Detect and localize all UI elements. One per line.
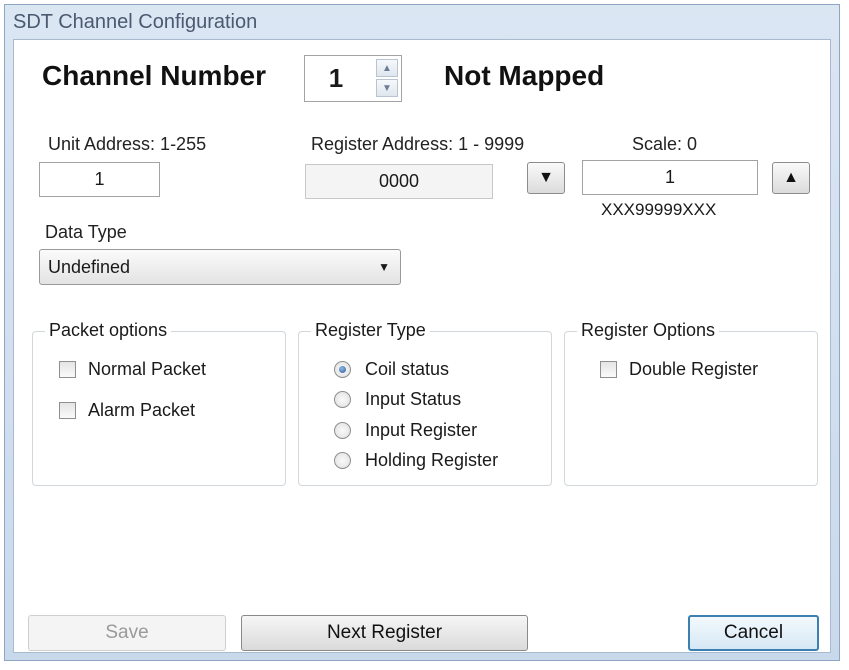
double-register-label: Double Register — [629, 359, 759, 379]
checkbox-icon[interactable] — [59, 402, 76, 419]
dialog-window: SDT Channel Configuration Channel Number… — [4, 4, 840, 661]
holding-register-radio[interactable]: Holding Register — [334, 450, 498, 471]
checkbox-icon[interactable] — [600, 361, 617, 378]
scale-decrease-button[interactable]: ▼ — [527, 162, 565, 194]
save-button[interactable]: Save — [28, 615, 226, 651]
alarm-packet-checkbox[interactable]: Alarm Packet — [59, 400, 195, 421]
unit-address-input[interactable]: 1 — [39, 162, 160, 197]
register-type-title: Register Type — [311, 320, 430, 341]
scale-label: Scale: 0 — [632, 134, 698, 154]
radio-icon[interactable] — [334, 391, 351, 408]
packet-options-title: Packet options — [45, 320, 172, 341]
alarm-packet-label: Alarm Packet — [88, 400, 196, 420]
checkbox-icon[interactable] — [59, 361, 76, 378]
scale-format-text: XXX99999XXX — [601, 200, 717, 219]
normal-packet-label: Normal Packet — [88, 359, 207, 379]
window-title: SDT Channel Configuration — [13, 11, 258, 33]
scale-increase-button[interactable]: ▲ — [772, 162, 810, 194]
register-type-group: Register Type Coil status Input Status I… — [298, 320, 552, 486]
register-address-label: Register Address: 1 - 9999 — [311, 134, 525, 154]
triangle-up-icon: ▲ — [783, 169, 799, 186]
spin-down-icon[interactable]: ▼ — [376, 79, 398, 97]
unit-address-label: Unit Address: 1-255 — [48, 134, 207, 154]
next-register-button[interactable]: Next Register — [241, 615, 528, 651]
mapping-status: Not Mapped — [444, 60, 605, 91]
channel-number-label: Channel Number — [42, 60, 267, 91]
data-type-selected: Undefined — [48, 257, 131, 277]
dialog-client-area: Channel Number 1 ▲ ▼ Not Mapped Unit Add… — [13, 39, 831, 653]
radio-icon[interactable] — [334, 422, 351, 439]
scale-input[interactable]: 1 — [582, 160, 758, 195]
triangle-down-icon: ▼ — [538, 169, 554, 186]
input-status-radio[interactable]: Input Status — [334, 389, 461, 410]
radio-icon[interactable] — [334, 452, 351, 469]
holding-register-label: Holding Register — [365, 450, 499, 470]
spin-up-icon[interactable]: ▲ — [376, 59, 398, 77]
input-status-label: Input Status — [365, 389, 462, 409]
data-type-label: Data Type — [45, 222, 127, 242]
register-options-group: Register Options Double Register — [564, 320, 818, 486]
packet-options-group: Packet options Normal Packet Alarm Packe… — [32, 320, 286, 486]
input-register-radio[interactable]: Input Register — [334, 420, 477, 441]
register-options-title: Register Options — [577, 320, 720, 341]
cancel-button[interactable]: Cancel — [688, 615, 819, 651]
input-register-label: Input Register — [365, 420, 478, 440]
normal-packet-checkbox[interactable]: Normal Packet — [59, 359, 206, 380]
coil-status-label: Coil status — [365, 359, 450, 379]
channel-number-value[interactable]: 1 — [305, 56, 367, 101]
title-bar[interactable]: SDT Channel Configuration — [5, 5, 839, 39]
register-address-input[interactable]: 0000 — [305, 164, 493, 199]
coil-status-radio[interactable]: Coil status — [334, 359, 449, 380]
data-type-dropdown[interactable]: Undefined ▼ — [39, 249, 401, 285]
channel-number-spinner[interactable]: 1 ▲ ▼ — [304, 55, 402, 102]
double-register-checkbox[interactable]: Double Register — [600, 359, 758, 380]
radio-selected-icon[interactable] — [334, 361, 351, 378]
chevron-down-icon: ▼ — [378, 260, 390, 274]
